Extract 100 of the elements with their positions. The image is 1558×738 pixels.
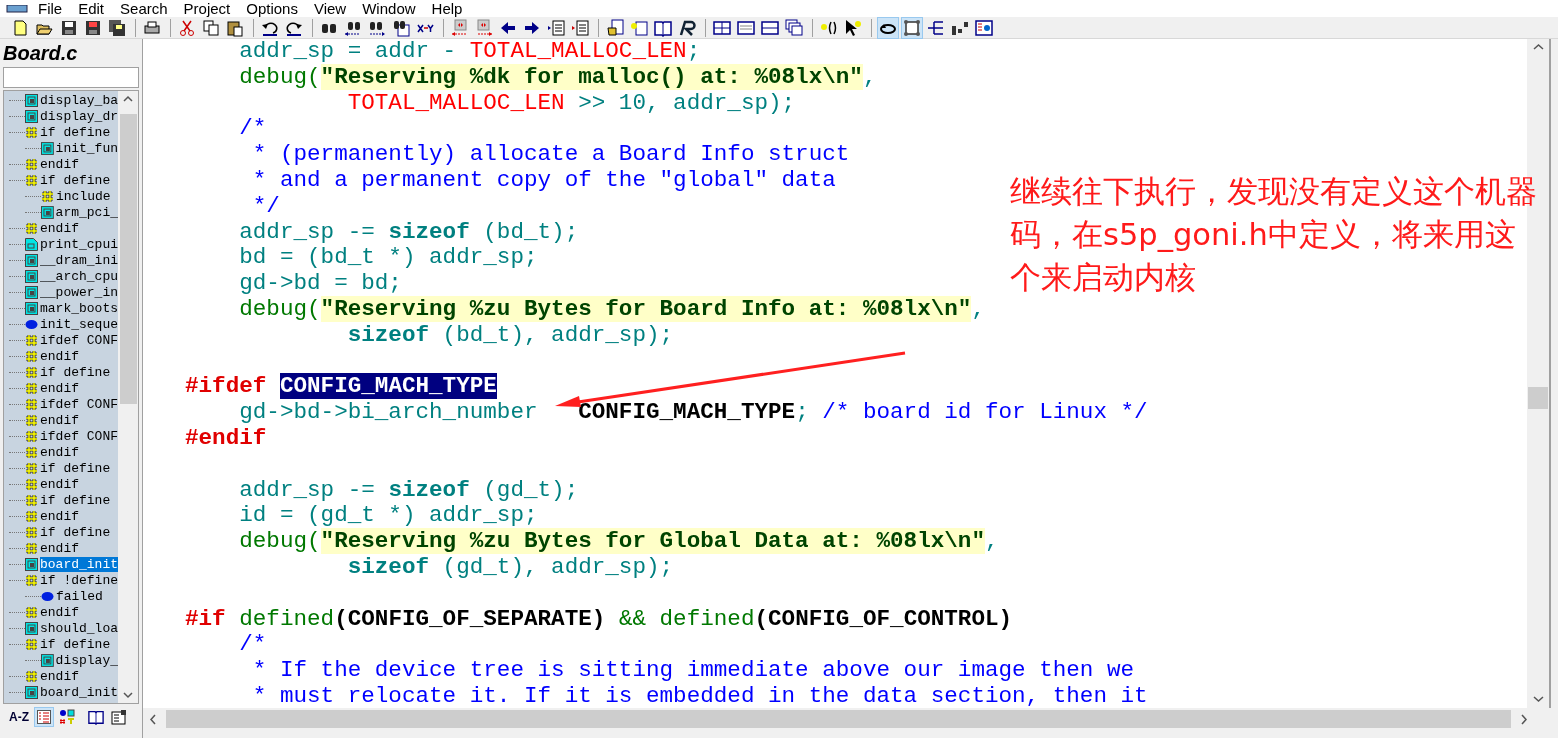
keyword: sizeof: [347, 553, 430, 580]
symbol-item[interactable]: endif: [40, 156, 79, 172]
menu-item[interactable]: Options: [246, 0, 298, 17]
symbol-item[interactable]: if define: [40, 364, 111, 380]
symbol-item[interactable]: __power_in: [40, 284, 118, 300]
symbol-item[interactable]: print_cpui: [40, 236, 118, 252]
function-icon: [25, 621, 38, 635]
symbol-item[interactable]: endif: [40, 604, 79, 620]
scrollbar-thumb[interactable]: [119, 114, 137, 404]
menu-item[interactable]: Help: [431, 0, 463, 17]
frame-icon[interactable]: [901, 16, 923, 39]
loop-icon[interactable]: [877, 16, 899, 39]
code-comment: * must relocate it. If it is embedded in the data section, then it: [252, 682, 1148, 708]
symbol-item[interactable]: endif: [40, 348, 79, 364]
symbol-item[interactable]: if define: [40, 124, 111, 140]
list-view-icon[interactable]: [34, 707, 54, 727]
scroll-down-icon[interactable]: [1532, 696, 1544, 703]
symbol-item[interactable]: if define: [40, 460, 111, 476]
symbol-item[interactable]: ifdef CONF: [40, 332, 118, 348]
code-text: (gd_t);: [482, 476, 579, 503]
scroll-left-icon[interactable]: [149, 713, 156, 725]
sort-button[interactable]: A-Z: [7, 707, 31, 727]
cascade-windows-icon[interactable]: [783, 16, 805, 39]
hash-icon: [25, 221, 38, 235]
symbol-item[interactable]: init_seque: [40, 316, 118, 332]
hash-icon: [25, 173, 38, 187]
function-icon: [40, 205, 54, 219]
symbol-types-icon[interactable]: [57, 707, 77, 727]
symbol-item[interactable]: if define: [40, 524, 111, 540]
symbol-item[interactable]: if !define: [40, 572, 118, 588]
symbol-item[interactable]: init_fun: [55, 140, 118, 156]
properties-icon[interactable]: [109, 707, 129, 727]
string-literal: "Reserving %zu Bytes for Global Data at: %08lx\n": [320, 528, 985, 555]
hash-icon: [25, 397, 38, 411]
menu-item[interactable]: Window: [362, 0, 416, 17]
code-comment: /*: [239, 631, 267, 658]
preprocessor-directive: #endif: [185, 424, 267, 451]
symbol-item[interactable]: display_: [55, 652, 118, 668]
scrollbar[interactable]: [118, 91, 138, 703]
hash-icon: [25, 333, 38, 347]
symbol-item[interactable]: failed: [56, 588, 103, 604]
scroll-up-icon[interactable]: [1532, 43, 1544, 50]
string-literal: "Reserving %dk for malloc() at: %08lx\n": [320, 63, 863, 90]
code-comment: /* board id for Linux */: [822, 399, 1148, 426]
menu-item[interactable]: Search: [120, 0, 168, 17]
symbol-item[interactable]: __arch_cpu: [40, 268, 118, 284]
code-text: (bd_t), addr_sp);: [441, 321, 674, 348]
menu-item[interactable]: File: [38, 0, 63, 17]
scroll-up-icon[interactable]: [123, 95, 133, 102]
code-text: ,: [971, 295, 985, 322]
symbol-item[interactable]: ifdef CONF: [40, 428, 118, 444]
file-title: Board.c: [2, 41, 79, 66]
symbol-item[interactable]: if define: [40, 636, 111, 652]
search-field[interactable]: [3, 67, 139, 88]
symbol-item[interactable]: ifdef CONF: [40, 396, 118, 412]
symbol-item[interactable]: endif: [40, 508, 79, 524]
menu-item[interactable]: Edit: [78, 0, 105, 17]
code-comment: * and a permanent copy of the "global" data: [252, 167, 836, 193]
code-text: addr_sp -=: [239, 218, 376, 245]
symbol-item[interactable]: arm_pci_: [55, 204, 118, 220]
symbol-item[interactable]: board_init: [40, 684, 118, 700]
code-text: (bd_t);: [482, 218, 579, 245]
code-comment: * If the device tree is sitting immediate above our image then we: [252, 657, 1135, 684]
code-text: && defined: [617, 605, 755, 632]
symbol-item[interactable]: endif: [40, 220, 79, 236]
symbol-item[interactable]: board_init: [40, 556, 118, 572]
symbol-item[interactable]: if define: [40, 492, 111, 508]
scrollbar-thumb[interactable]: [1528, 387, 1548, 409]
hash-icon: [25, 413, 38, 427]
symbol-item[interactable]: endif: [40, 476, 79, 492]
symbol-item[interactable]: if define: [40, 172, 111, 188]
function-icon: [25, 109, 38, 123]
function-icon: [25, 93, 38, 107]
hash-icon: [25, 525, 38, 539]
hash-icon: [25, 349, 38, 363]
symbol-item[interactable]: __dram_ini: [40, 252, 118, 268]
symbol-item[interactable]: endif: [40, 412, 79, 428]
symbol-item[interactable]: include: [56, 188, 111, 204]
symbol-item[interactable]: endif: [40, 668, 79, 684]
hash-icon: [25, 605, 38, 619]
app-icon: [6, 4, 28, 13]
scroll-right-icon[interactable]: [1521, 713, 1528, 725]
symbol-item[interactable]: endif: [40, 540, 79, 556]
hash-icon: [25, 637, 38, 651]
code-comment: * (permanently) allocate a Board Info struct: [252, 141, 850, 168]
symbol-item[interactable]: display_dr: [40, 108, 118, 124]
menu-item[interactable]: View: [313, 0, 347, 17]
scrollbar-thumb[interactable]: [166, 710, 1511, 728]
scroll-down-icon[interactable]: [123, 692, 133, 699]
symbol-item[interactable]: endif: [40, 380, 79, 396]
function-icon: [25, 253, 38, 267]
symbol-item[interactable]: should_loa: [40, 620, 118, 636]
symbol-item[interactable]: mark_boots: [40, 300, 118, 316]
hash-icon: [25, 573, 38, 587]
macro-name: TOTAL_MALLOC_LEN: [347, 89, 565, 116]
menu-item[interactable]: Project: [183, 0, 231, 17]
function-icon: [25, 685, 38, 699]
hash-icon: [25, 509, 38, 523]
symbol-item[interactable]: endif: [40, 444, 79, 460]
symbol-item[interactable]: display_ba: [40, 92, 118, 108]
